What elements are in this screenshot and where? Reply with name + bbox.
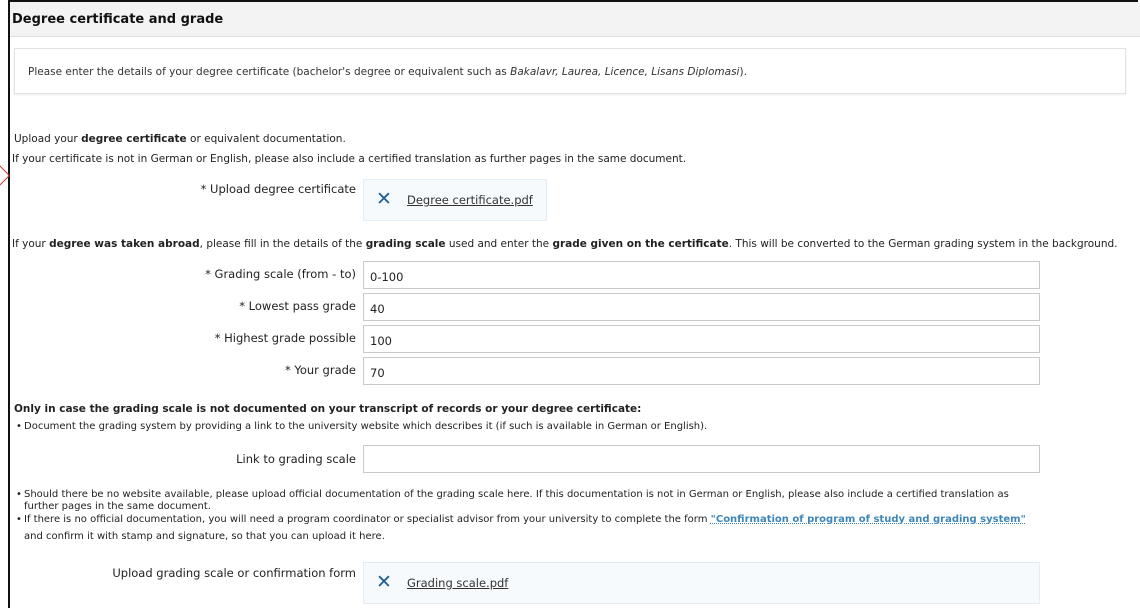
highest-grade-input[interactable] (363, 325, 1040, 353)
lowest-pass-grade-label: * Lowest pass grade (239, 299, 356, 313)
remove-file-icon[interactable]: ✕ (376, 571, 392, 593)
scale-upload-label: Upload grading scale or confirmation for… (112, 566, 356, 580)
section-title: Degree certificate and grade (12, 12, 224, 27)
upload-instruction-1: Upload your degree certificate or equiva… (14, 133, 346, 145)
scale-note-bullet-2-line-2: further pages in the same document. (24, 501, 211, 512)
lowest-pass-grade-input[interactable] (363, 293, 1040, 321)
degree-upload-label: * Upload degree certificate (200, 182, 356, 196)
confirmation-form-link[interactable]: "Confirmation of program of study and gr… (711, 514, 1026, 525)
section-header: Degree certificate and grade (10, 2, 1140, 37)
your-grade-label: * Your grade (284, 363, 356, 377)
intro-examples: Bakalavr, Laurea, Licence, Lisans Diplom… (510, 66, 740, 78)
abroad-note: If your degree was taken abroad, please … (12, 238, 1118, 250)
info-box: Please enter the details of your degree … (14, 48, 1126, 94)
highest-grade-label: * Highest grade possible (214, 331, 356, 345)
scale-upload-box: ✕ Grading scale.pdf (363, 562, 1040, 604)
grading-scale-label: * Grading scale (from - to) (205, 267, 356, 281)
link-grading-scale-input[interactable] (363, 445, 1040, 473)
scale-note-bullet-3: If there is no official documentation, y… (24, 514, 1026, 525)
degree-upload-box: ✕ Degree certificate.pdf (363, 179, 547, 221)
your-grade-input[interactable] (363, 357, 1040, 385)
link-grading-scale-label: Link to grading scale (236, 452, 356, 466)
bullet-point: • (16, 489, 22, 500)
scale-note-heading: Only in case the grading scale is not do… (14, 403, 642, 415)
upload-instruction-2: If your certificate is not in German or … (12, 153, 687, 165)
bullet-point: • (16, 421, 22, 432)
bullet-point: • (16, 514, 22, 525)
grading-scale-input[interactable] (363, 261, 1040, 289)
degree-certificate-file-link[interactable]: Degree certificate.pdf (407, 193, 533, 207)
scale-note-bullet-3-line-2: and confirm it with stamp and signature,… (24, 531, 385, 542)
intro-text: Please enter the details of your degree … (28, 66, 747, 78)
remove-file-icon[interactable]: ✕ (376, 188, 392, 210)
grading-scale-file-link[interactable]: Grading scale.pdf (407, 576, 508, 590)
scale-note-bullet-1: Document the grading system by providing… (24, 421, 708, 432)
